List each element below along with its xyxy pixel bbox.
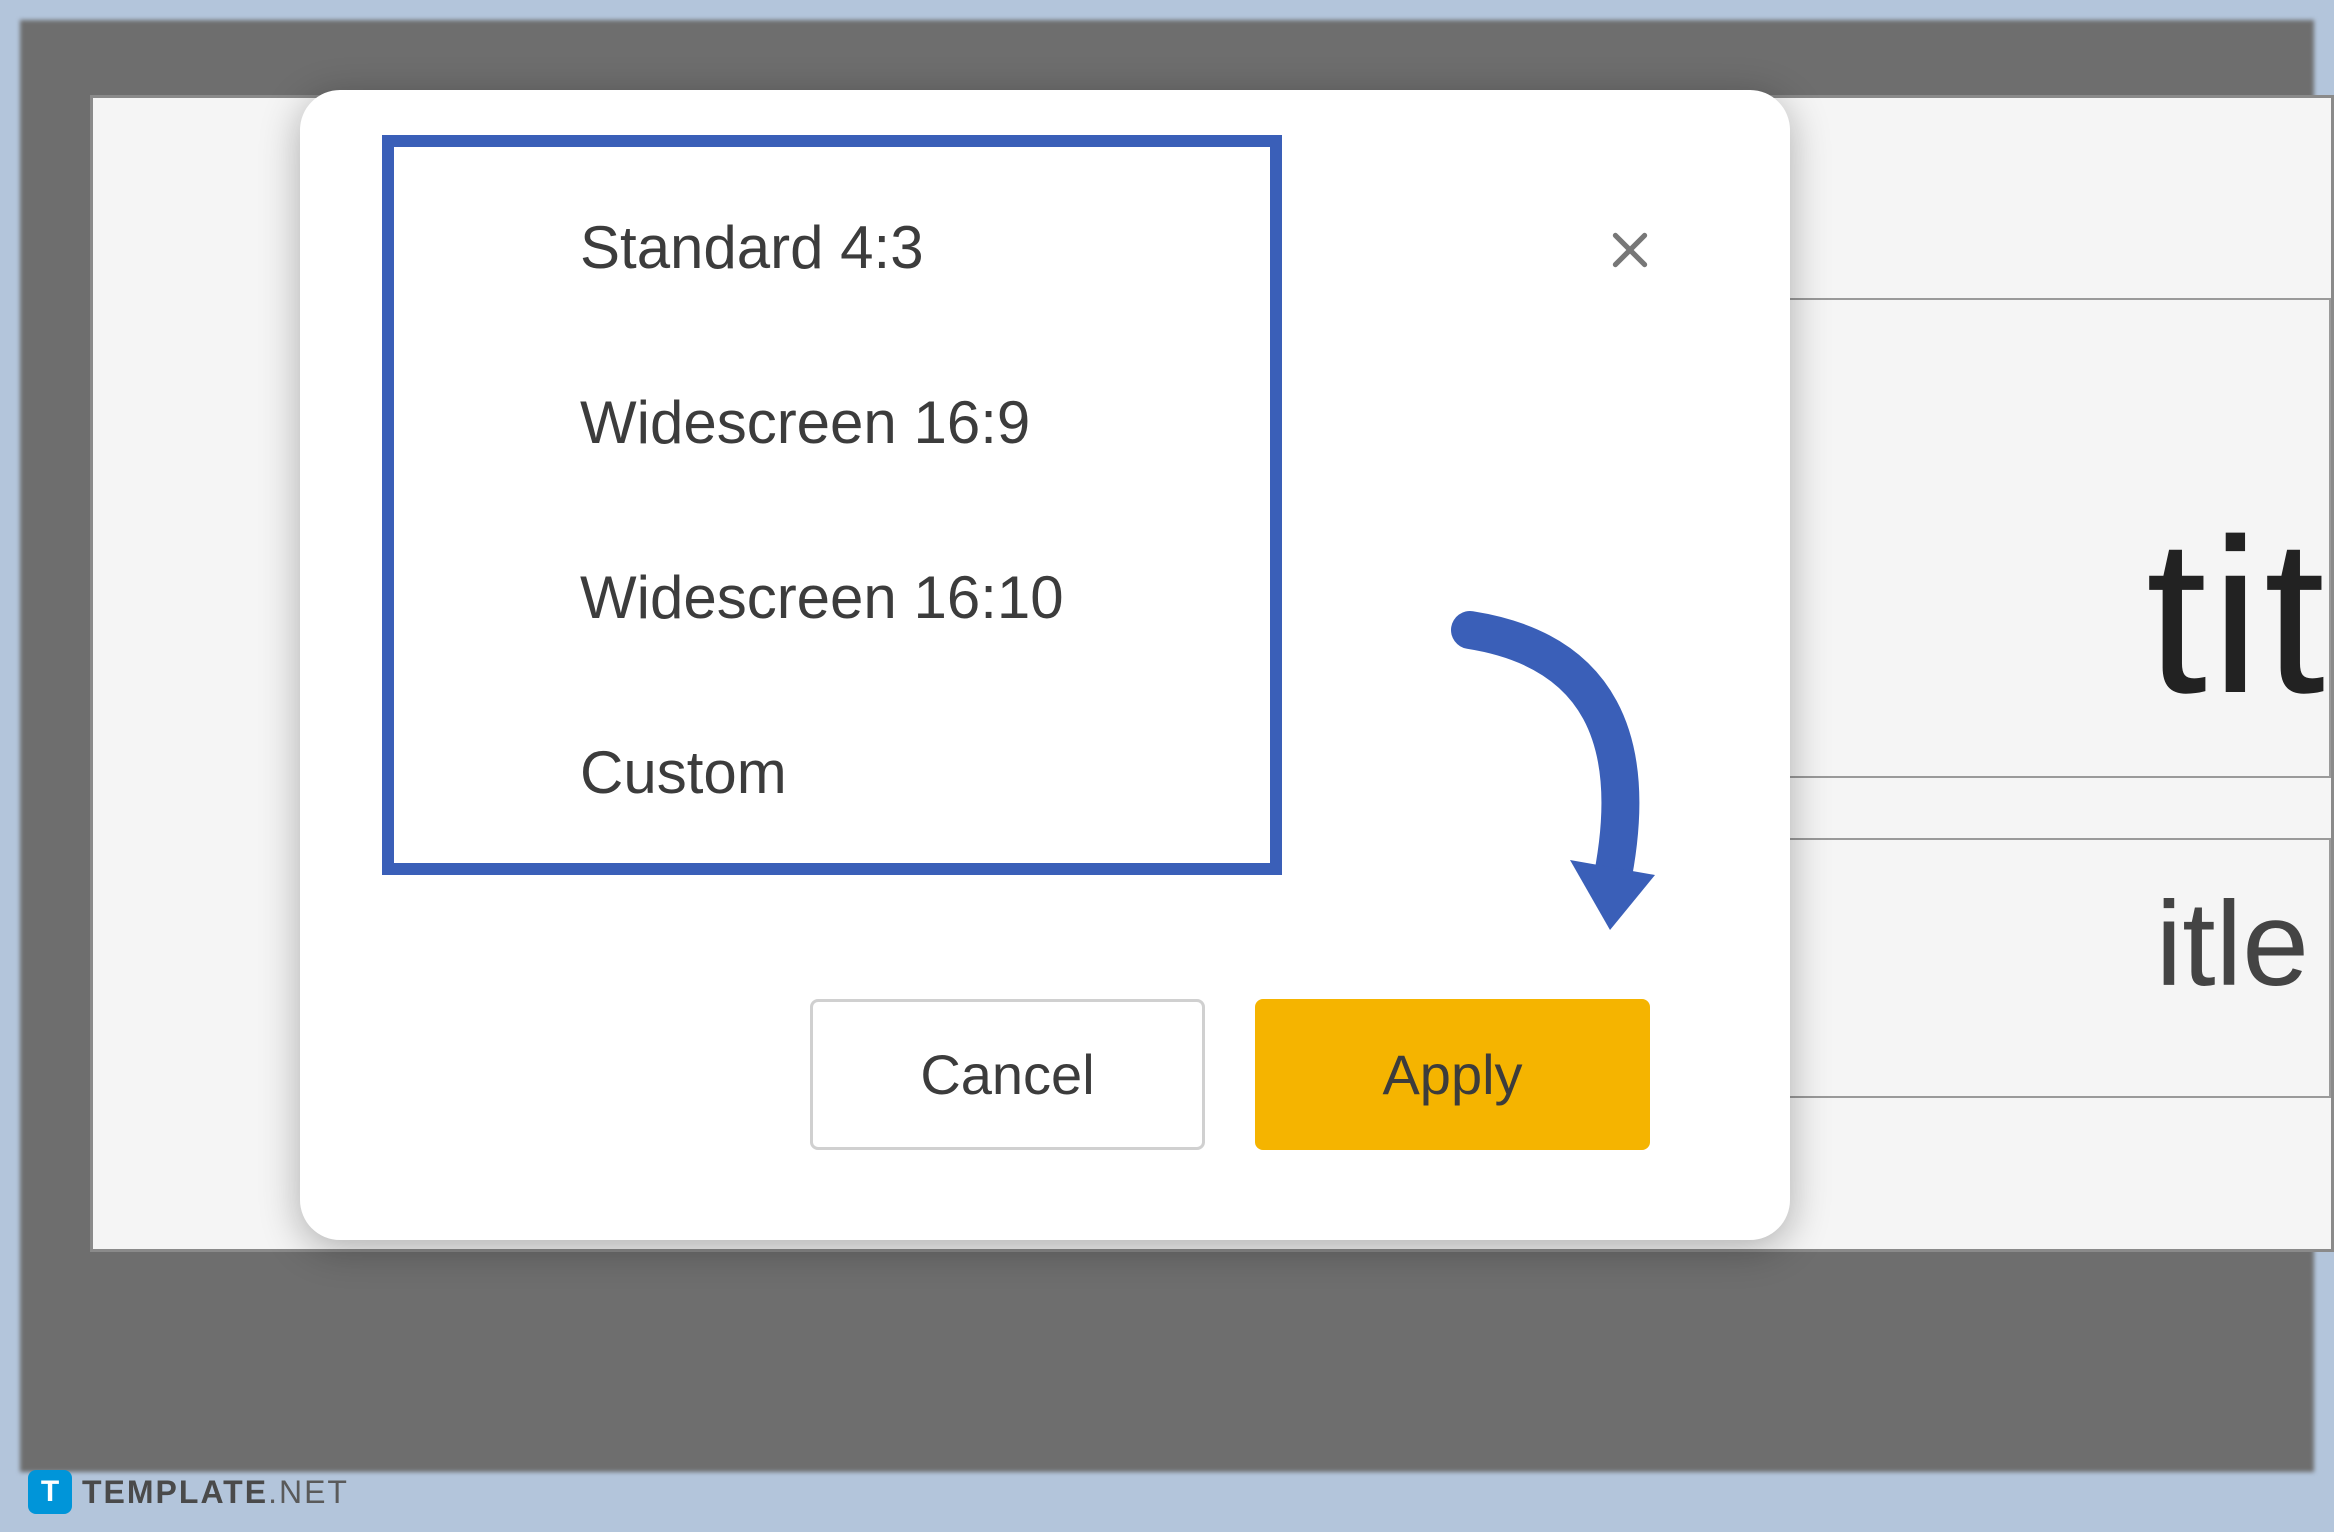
watermark-brand-bold: TEMPLATE [82, 1474, 268, 1510]
option-standard-4-3[interactable]: Standard 4:3 [580, 205, 1064, 290]
curved-arrow-annotation [1430, 600, 1690, 950]
watermark-brand-light: .NET [268, 1474, 349, 1510]
close-icon [1605, 225, 1655, 275]
watermark-logo-icon: T [28, 1470, 72, 1514]
watermark-text: TEMPLATE.NET [82, 1474, 349, 1511]
slide-title-text: tit [2146, 490, 2329, 743]
aspect-ratio-options: Standard 4:3 Widescreen 16:9 Widescreen … [580, 205, 1064, 815]
option-custom[interactable]: Custom [580, 730, 1064, 815]
apply-button[interactable]: Apply [1255, 999, 1650, 1150]
option-widescreen-16-10[interactable]: Widescreen 16:10 [580, 555, 1064, 640]
option-widescreen-16-9[interactable]: Widescreen 16:9 [580, 380, 1064, 465]
page-setup-dialog: Standard 4:3 Widescreen 16:9 Widescreen … [300, 90, 1790, 1240]
dialog-button-row: Cancel Apply [810, 999, 1650, 1150]
cancel-button[interactable]: Cancel [810, 999, 1205, 1150]
watermark: T TEMPLATE.NET [28, 1470, 349, 1514]
slide-subtitle-text: itle [2156, 875, 2309, 1013]
close-button[interactable] [1600, 220, 1660, 280]
